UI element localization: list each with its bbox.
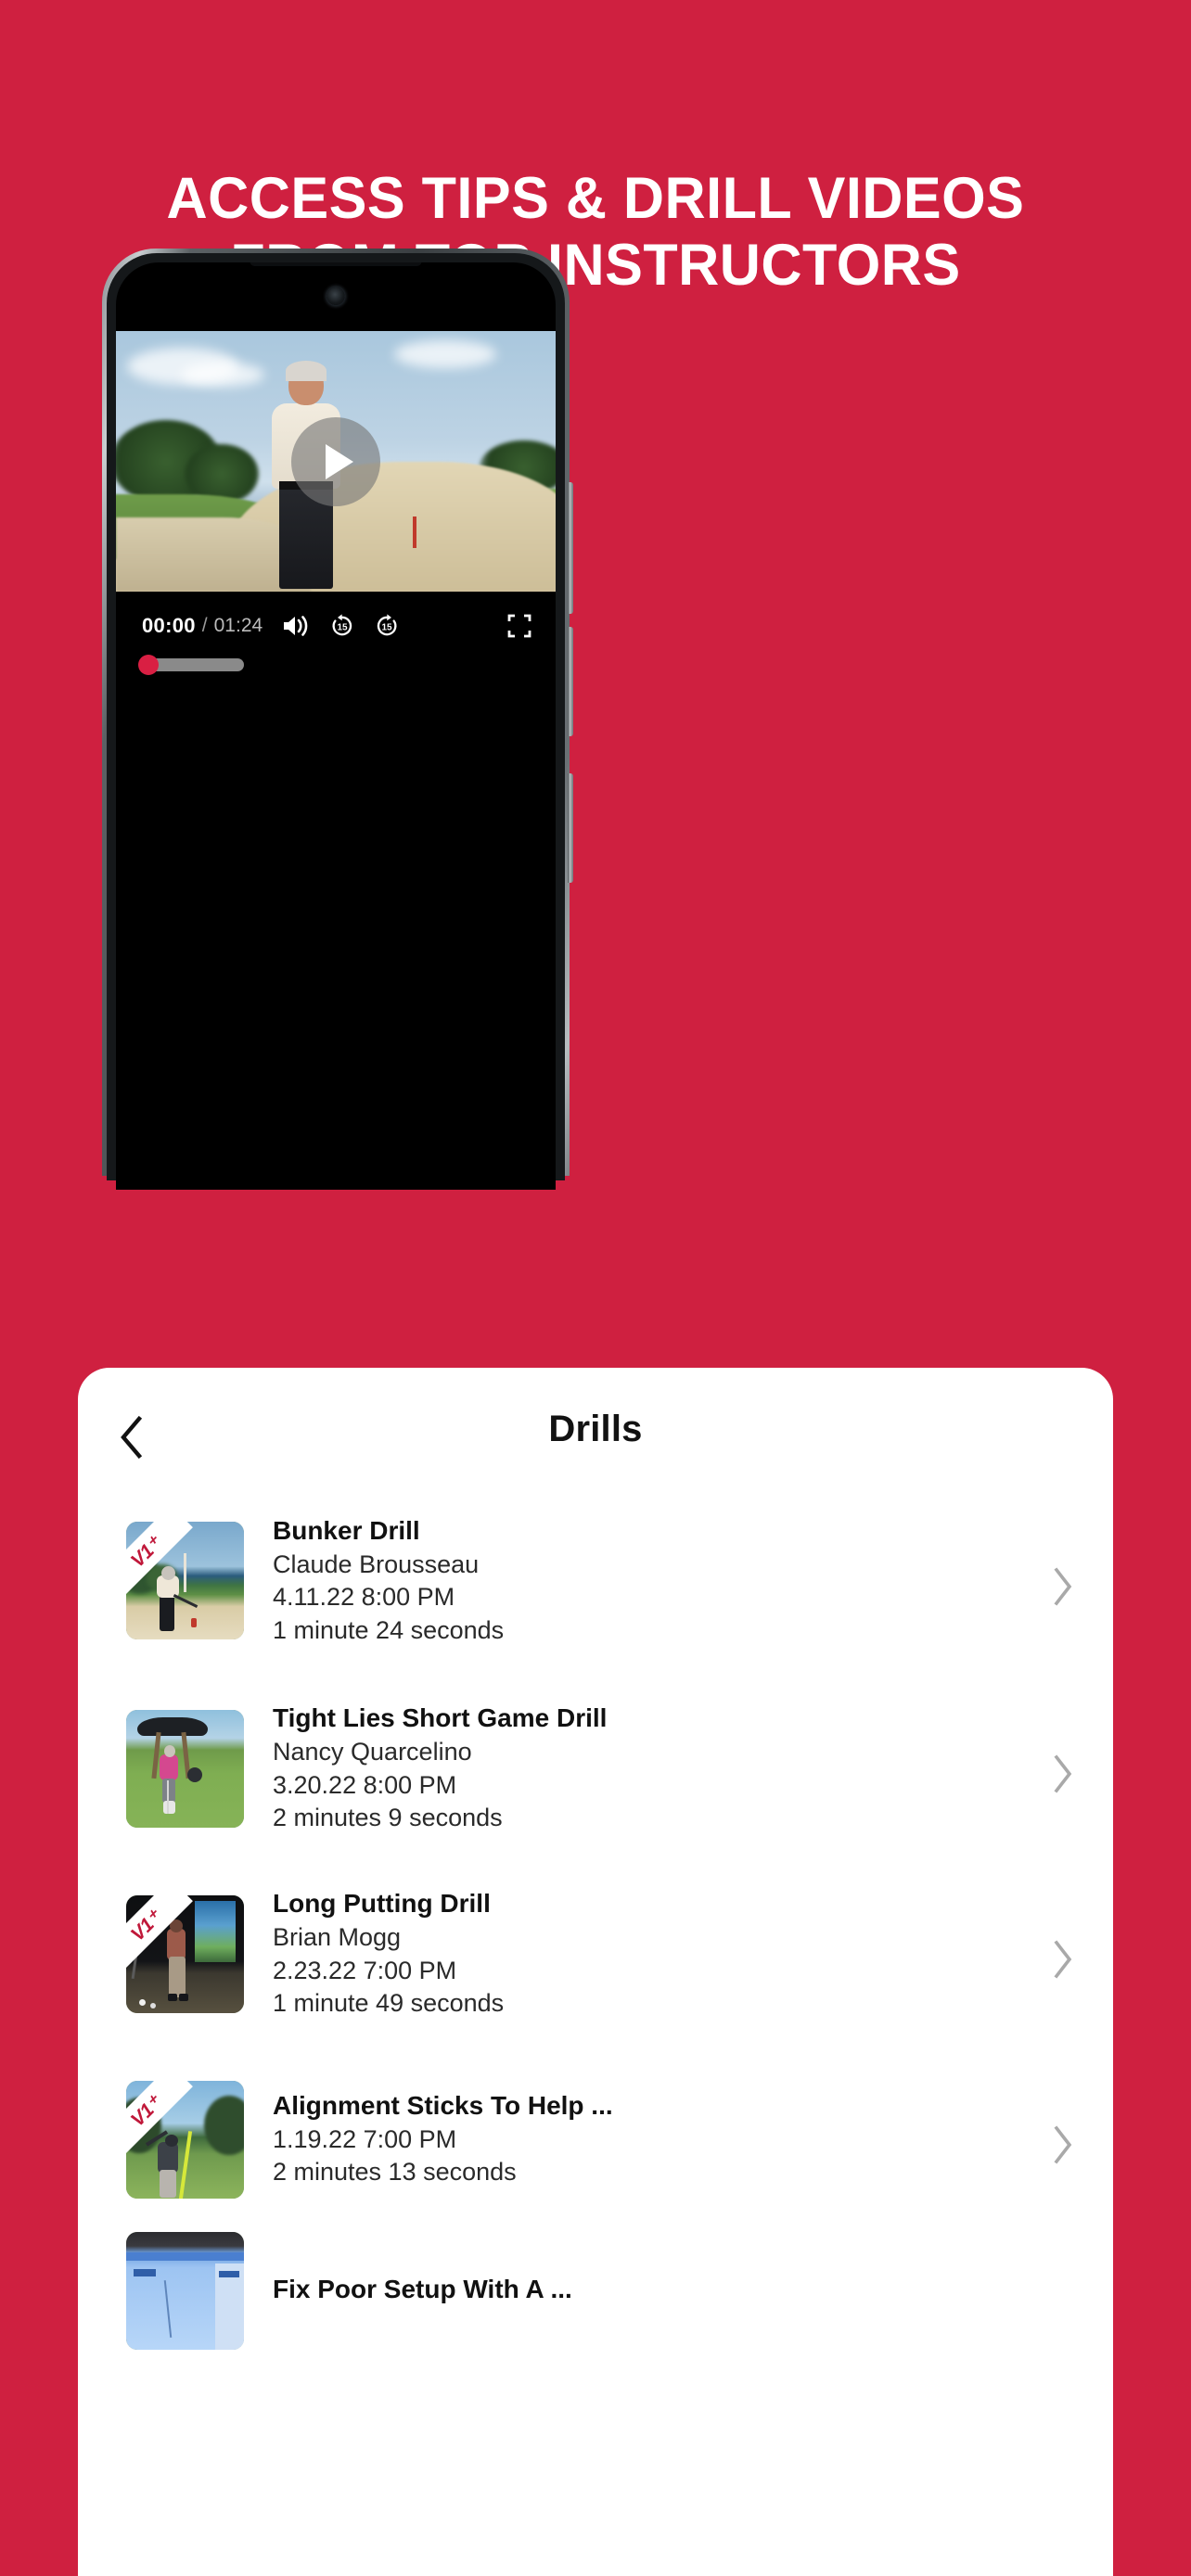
- drill-title: Long Putting Drill: [273, 1889, 491, 1919]
- video-progress-handle[interactable]: [138, 655, 159, 675]
- drill-instructor: Nancy Quarcelino: [273, 1738, 472, 1766]
- chevron-right-icon[interactable]: [1052, 1566, 1080, 1606]
- drill-title: Bunker Drill: [273, 1515, 420, 1545]
- phone-side-button-volume-down[interactable]: [568, 627, 573, 736]
- drill-duration: 2 minutes 9 seconds: [273, 1804, 503, 1832]
- list-item[interactable]: V1⁺ Alignment Sticks To Help ... 1.19.22…: [78, 2047, 1113, 2232]
- drill-date: 3.20.22 8:00 PM: [273, 1770, 457, 1799]
- drill-date: 1.19.22 7:00 PM: [273, 2124, 457, 2153]
- drill-info: Tight Lies Short Game Drill Nancy Quarce…: [244, 1702, 1041, 1835]
- list-item[interactable]: V1⁺ Bunker Drill Claude Brousseau 4.11.2…: [78, 1486, 1113, 1676]
- rewind-15-icon[interactable]: 15: [329, 613, 355, 639]
- svg-text:15: 15: [382, 623, 393, 633]
- drill-thumbnail: V1⁺: [126, 2080, 244, 2199]
- list-item[interactable]: Tight Lies Short Game Drill Nancy Quarce…: [78, 1676, 1113, 1861]
- drill-title: Tight Lies Short Game Drill: [273, 1703, 608, 1733]
- drill-info: Long Putting Drill Brian Mogg 2.23.22 7:…: [244, 1887, 1041, 2021]
- play-icon[interactable]: [291, 416, 380, 506]
- drill-date: 2.23.22 7:00 PM: [273, 1956, 457, 1984]
- chevron-right-icon[interactable]: [1052, 1940, 1080, 1979]
- drill-thumbnail: [126, 2232, 244, 2350]
- drill-duration: 2 minutes 13 seconds: [273, 2158, 517, 2187]
- video-cloud: [181, 363, 264, 387]
- drill-thumbnail: V1⁺: [126, 1894, 244, 2013]
- drill-instructor: Brian Mogg: [273, 1923, 402, 1952]
- drill-duration: 1 minute 24 seconds: [273, 1615, 505, 1644]
- drill-thumbnail: [126, 1709, 244, 1828]
- drill-title: Alignment Sticks To Help ...: [273, 2090, 613, 2120]
- drill-title: Fix Poor Setup With A ...: [273, 2275, 572, 2303]
- drill-duration: 1 minute 49 seconds: [273, 1989, 505, 2018]
- video-progress-slider[interactable]: [138, 655, 244, 675]
- list-item[interactable]: Fix Poor Setup With A ...: [78, 2232, 1113, 2417]
- video-controls-bar: 00:00 / 01:24 15 15: [116, 592, 556, 703]
- forward-15-icon[interactable]: 15: [374, 613, 400, 639]
- svg-text:15: 15: [338, 623, 349, 633]
- total-time-label: 01:24: [213, 615, 263, 636]
- list-item[interactable]: V1⁺ Long Putting Drill Brian Mogg 2.23.2…: [78, 1861, 1113, 2047]
- front-camera-icon: [327, 287, 345, 305]
- phone-screen: 00:00 / 01:24 15 15: [116, 262, 556, 1190]
- play-triangle: [326, 443, 353, 479]
- drill-thumbnail: V1⁺: [126, 1522, 244, 1639]
- phone-side-button-power[interactable]: [568, 773, 573, 883]
- drills-list: V1⁺ Bunker Drill Claude Brousseau 4.11.2…: [78, 1486, 1113, 2417]
- drill-info: Fix Poor Setup With A ...: [244, 2232, 1041, 2307]
- page-title: Drills: [548, 1409, 643, 1449]
- headline-line-1: ACCESS TIPS & DRILL VIDEOS: [166, 166, 1025, 231]
- phone-earpiece-speaker: [250, 262, 422, 266]
- drills-header: Drills: [78, 1368, 1113, 1486]
- phone-side-button-volume-up[interactable]: [568, 482, 573, 614]
- current-time-label: 00:00: [142, 614, 196, 637]
- video-cloud: [394, 340, 496, 368]
- time-separator: /: [201, 615, 208, 636]
- volume-high-icon[interactable]: [281, 613, 311, 639]
- drills-panel: Drills V1⁺ Bunker Drill Claude Brousseau…: [78, 1368, 1113, 2576]
- chevron-right-icon[interactable]: [1052, 2125, 1080, 2164]
- video-player-surface[interactable]: [116, 331, 556, 592]
- drill-instructor: Claude Brousseau: [273, 1549, 480, 1578]
- fullscreen-icon[interactable]: [507, 614, 531, 638]
- chevron-right-icon[interactable]: [1052, 1754, 1080, 1793]
- drill-info: Bunker Drill Claude Brousseau 4.11.22 8:…: [244, 1514, 1041, 1648]
- drill-info: Alignment Sticks To Help ... 1.19.22 7:0…: [244, 2089, 1041, 2189]
- video-flag-marker: [413, 516, 416, 548]
- drill-date: 4.11.22 8:00 PM: [273, 1583, 455, 1612]
